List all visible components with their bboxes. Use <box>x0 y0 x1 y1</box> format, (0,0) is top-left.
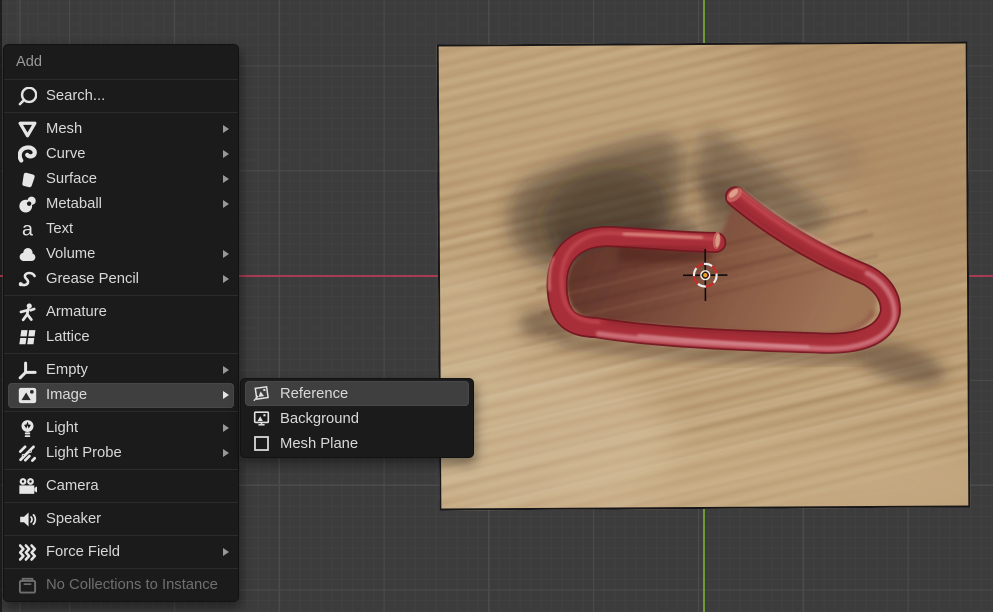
svg-text:a: a <box>22 220 33 239</box>
